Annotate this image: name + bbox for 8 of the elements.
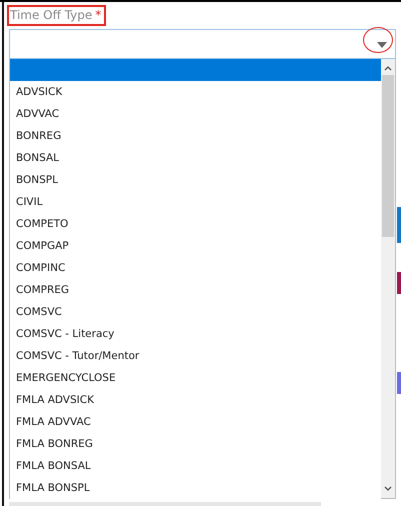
dropdown-field[interactable]	[9, 29, 396, 59]
caret-icon	[377, 42, 387, 48]
required-mark: *	[95, 8, 102, 22]
field-label: Time Off Type	[10, 8, 92, 22]
scroll-thumb[interactable]	[382, 75, 394, 237]
scroll-up-icon[interactable]	[384, 65, 392, 71]
scroll-down-icon[interactable]	[384, 486, 392, 492]
scrollbar[interactable]	[381, 59, 395, 498]
